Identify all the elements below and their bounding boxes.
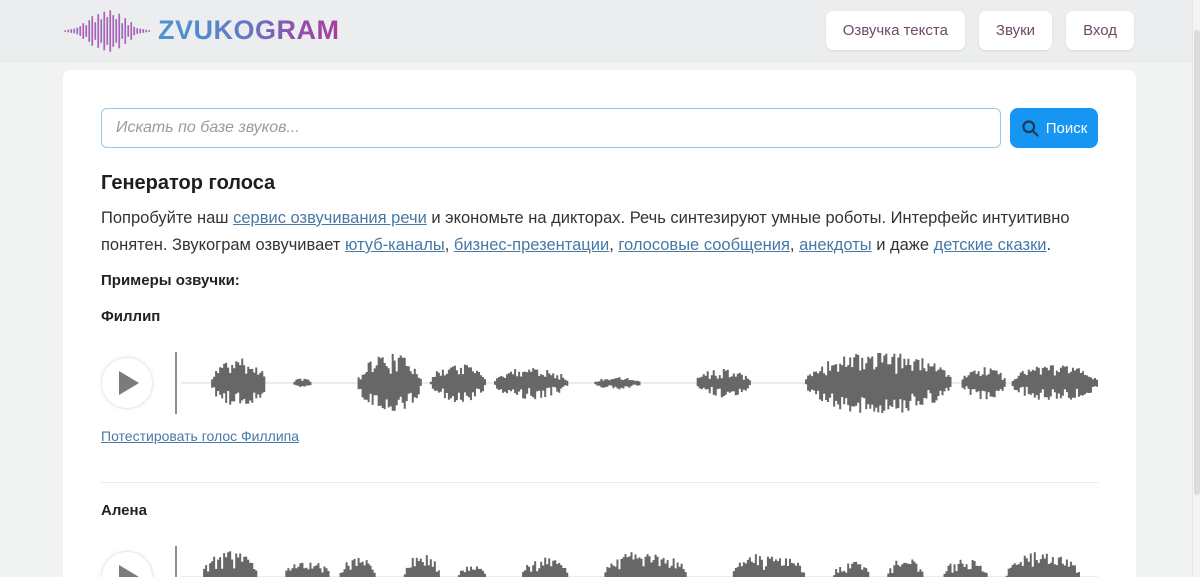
voice-test-link[interactable]: Потестировать голос Филлипа <box>101 428 299 444</box>
search-button-label: Поиск <box>1045 119 1088 137</box>
player-row <box>101 351 1098 415</box>
nav-button-login[interactable]: Вход <box>1066 11 1134 50</box>
content-card: Поиск Генератор голоса Попробуйте наш се… <box>63 70 1136 577</box>
test-link-wrap: Потестировать голос Филлипа <box>101 428 1098 446</box>
player-row <box>101 545 1098 577</box>
intro-text: , <box>609 236 619 254</box>
intro-link[interactable]: сервис озвучивания речи <box>233 209 427 227</box>
intro-link[interactable]: голосовые сообщения <box>618 236 790 254</box>
intro-text: , <box>789 236 800 254</box>
examples-label: Примеры озвучки: <box>101 272 240 289</box>
header: ZVUKOGRAM Озвучка текста Звуки Вход <box>0 0 1200 62</box>
scrollbar[interactable] <box>1192 0 1200 577</box>
waveform[interactable] <box>175 545 1098 577</box>
nav-button-sounds[interactable]: Звуки <box>978 11 1053 50</box>
play-icon <box>119 371 139 395</box>
logo[interactable]: ZVUKOGRAM <box>64 9 340 53</box>
search-bar: Поиск <box>101 108 1098 148</box>
intro-text: . <box>1046 236 1052 254</box>
players: Филлип Потестировать голос Филлипа Алена <box>101 308 1098 577</box>
play-button[interactable] <box>101 357 153 409</box>
intro-link[interactable]: бизнес-презентации <box>454 236 609 254</box>
search-icon <box>1022 119 1039 137</box>
logo-waveform-icon <box>64 9 151 52</box>
nav-button-voiceover[interactable]: Озвучка текста <box>825 11 965 50</box>
voice-player: Алена <box>101 482 1098 577</box>
play-icon <box>119 565 139 577</box>
scrollbar-thumb[interactable] <box>1194 30 1200 495</box>
search-button[interactable]: Поиск <box>1010 108 1098 148</box>
voice-player: Филлип Потестировать голос Филлипа <box>101 308 1098 446</box>
search-input[interactable] <box>101 108 1001 148</box>
intro-link[interactable]: детские сказки <box>934 236 1047 254</box>
intro-link[interactable]: ютуб-каналы <box>345 236 445 254</box>
player-divider <box>101 482 1098 483</box>
intro-text: и даже <box>871 236 934 254</box>
logo-text: ZVUKOGRAM <box>158 15 340 45</box>
voice-name: Филлип <box>101 308 161 325</box>
page-title: Генератор голоса <box>101 172 276 194</box>
waveform[interactable] <box>175 351 1098 415</box>
header-nav: Озвучка текста Звуки Вход <box>825 11 1134 50</box>
play-button[interactable] <box>101 551 153 577</box>
voice-name: Алена <box>101 502 147 519</box>
intro-paragraph: Попробуйте наш сервис озвучивания речи и… <box>101 205 1098 259</box>
intro-text: , <box>444 236 454 254</box>
intro-text: Попробуйте наш <box>101 209 234 227</box>
intro-link[interactable]: анекдоты <box>799 236 872 254</box>
